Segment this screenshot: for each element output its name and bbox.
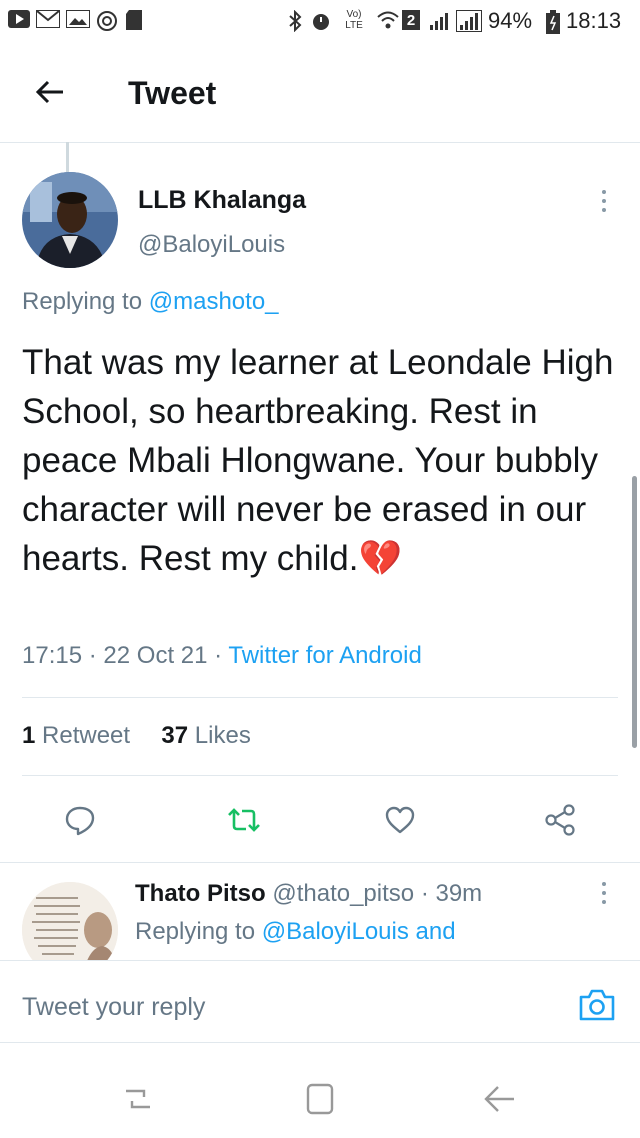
- top-app-bar: Tweet: [0, 44, 640, 143]
- replying-to-line: Replying to @mashoto_: [22, 288, 279, 316]
- back-nav-button[interactable]: [480, 1079, 520, 1119]
- like-label: Likes: [194, 722, 251, 749]
- youtube-icon: [8, 10, 30, 28]
- network-label: Vo) LTE: [345, 9, 363, 31]
- tweet-stats: 1 Retweet 37 Likes: [22, 722, 251, 750]
- back-nav-icon: [484, 1086, 514, 1112]
- tweet-date: 22 Oct 21: [103, 642, 208, 669]
- tweet-text: That was my learner at Leondale High Sch…: [22, 343, 614, 578]
- sim-number: 2: [406, 11, 416, 29]
- reply-button[interactable]: [58, 798, 102, 842]
- broken-heart-emoji: 💔: [358, 539, 403, 579]
- tweet-meta: 17:15 · 22 Oct 21 · Twitter for Android: [22, 642, 422, 670]
- system-nav-bar: [0, 1042, 640, 1138]
- likes-stat[interactable]: 37 Likes: [161, 722, 250, 749]
- like-button[interactable]: [378, 798, 422, 842]
- home-icon: [306, 1083, 334, 1115]
- bluetooth-icon: [288, 10, 302, 32]
- data-saver-icon: [96, 10, 118, 32]
- replying-to-link[interactable]: @mashoto_: [149, 288, 279, 315]
- volte-badge: Vo) LTE: [340, 9, 368, 31]
- reply-author-handle[interactable]: @thato_pitso: [272, 880, 414, 907]
- retweet-icon: [228, 808, 260, 832]
- reply-input[interactable]: Tweet your reply: [22, 993, 205, 1022]
- alarm-icon: [310, 10, 332, 32]
- retweet-count: 1: [22, 722, 36, 749]
- author-handle[interactable]: @BaloyiLouis: [138, 231, 285, 259]
- tweet-body: That was my learner at Leondale High Sch…: [22, 338, 622, 584]
- reply-icon: [65, 806, 95, 836]
- camera-icon: [579, 989, 615, 1021]
- battery-percent: 94%: [488, 8, 533, 33]
- battery-icon: [546, 10, 560, 34]
- meta-dot: ·: [420, 880, 429, 907]
- sd-card-icon: [126, 10, 142, 30]
- thread-connector-line: [66, 142, 69, 172]
- back-button[interactable]: [30, 72, 70, 112]
- scrollbar[interactable]: [632, 476, 637, 748]
- wifi-icon: [376, 10, 400, 30]
- gmail-icon: [36, 10, 60, 28]
- retweet-button[interactable]: [222, 798, 266, 842]
- reply-replying-to-link[interactable]: @BaloyiLouis and: [262, 918, 456, 945]
- meta-dot: ·: [214, 642, 229, 669]
- reply-time: 39m: [435, 880, 483, 907]
- share-icon: [545, 804, 575, 836]
- reply-more-options-icon[interactable]: [592, 882, 616, 910]
- reply-header: Thato Pitso @thato_pitso · 39m: [135, 880, 482, 908]
- home-button[interactable]: [300, 1079, 340, 1119]
- retweet-label: Retweet: [42, 722, 131, 749]
- heart-icon: [385, 806, 415, 834]
- share-button[interactable]: [538, 798, 582, 842]
- meta-dot: ·: [88, 642, 104, 669]
- signal-icon-1: [428, 10, 452, 30]
- tweet-source[interactable]: Twitter for Android: [228, 642, 421, 669]
- sim-badge: 2: [402, 10, 420, 30]
- camera-button[interactable]: [578, 988, 616, 1026]
- status-bar: Vo) LTE 2 94% 18:13: [0, 0, 640, 44]
- reply-author-name[interactable]: Thato Pitso: [135, 880, 266, 907]
- tweet-time: 17:15: [22, 642, 83, 669]
- like-count: 37: [161, 722, 189, 749]
- retweets-stat[interactable]: 1 Retweet: [22, 722, 130, 749]
- divider: [0, 862, 640, 863]
- divider: [22, 775, 618, 776]
- recent-apps-button[interactable]: [118, 1079, 158, 1119]
- clock: 18:13: [566, 8, 622, 33]
- gallery-icon: [66, 10, 90, 28]
- recent-apps-icon: [126, 1089, 150, 1109]
- author-avatar[interactable]: [22, 172, 118, 268]
- author-name[interactable]: LLB Khalanga: [138, 186, 306, 215]
- reply-replying-prefix: Replying to: [135, 918, 256, 945]
- reply-replying-to-line: Replying to @BaloyiLouis and: [135, 918, 456, 946]
- arrow-left-icon: [35, 80, 63, 104]
- signal-icon-2: [456, 10, 482, 32]
- replying-prefix: Replying to: [22, 288, 143, 315]
- more-options-icon[interactable]: [592, 190, 616, 218]
- page-title: Tweet: [128, 75, 217, 111]
- divider: [22, 697, 618, 698]
